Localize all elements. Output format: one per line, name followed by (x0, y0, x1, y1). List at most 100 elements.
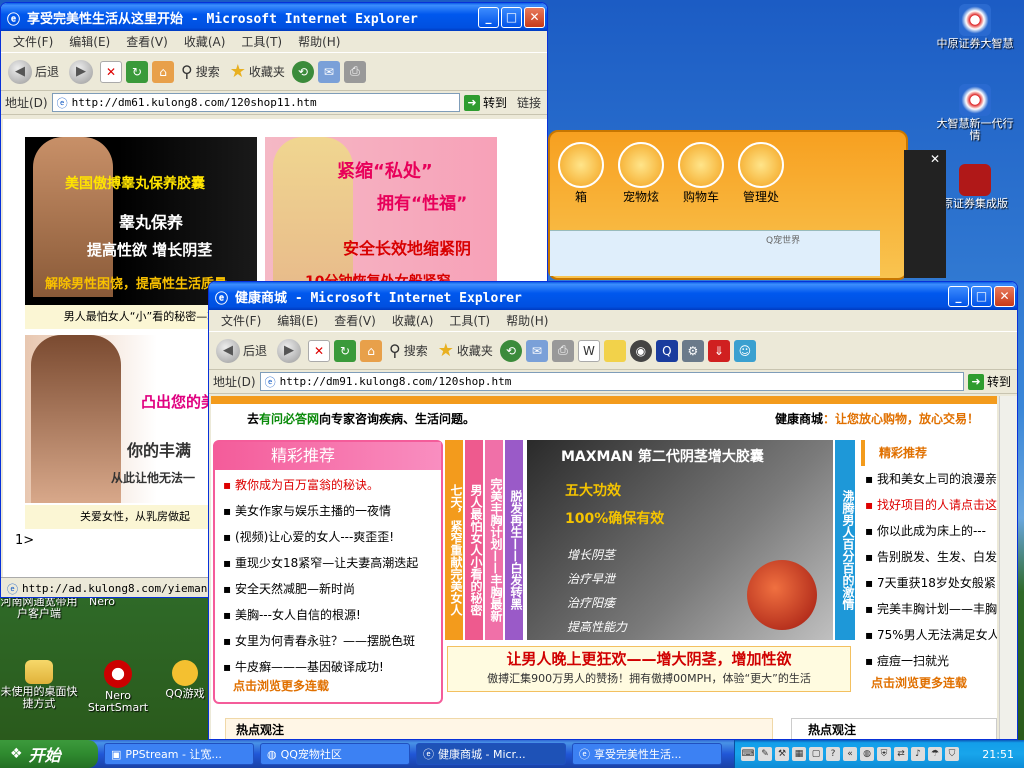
discuss-icon[interactable] (603, 339, 626, 362)
task-ppstream[interactable]: ▣ PPStream - 让宽... (104, 743, 254, 765)
desktop-icon-dazhihui-new[interactable]: 大智慧新一代行情 (932, 84, 1018, 142)
menu-edit[interactable]: 编辑(E) (269, 312, 326, 329)
title-bar[interactable]: ⓔ 享受完美性生活从这里开始 - Microsoft Internet Expl… (1, 3, 547, 31)
print-icon[interactable]: ⎙ (343, 60, 366, 83)
desktop-icon-cnc[interactable]: 河南网通宽带用户客户端 (0, 596, 78, 620)
umbrella-icon[interactable]: ☂ (928, 747, 942, 761)
menu-file[interactable]: 文件(F) (213, 312, 269, 329)
links-button[interactable]: 链接 (517, 94, 547, 111)
task-health-shop[interactable]: ⓔ 健康商城 - Micr... (416, 743, 566, 765)
keyboard-icon[interactable]: ⌨ (741, 747, 755, 761)
desktop-icon-unused-shortcuts[interactable]: 未使用的桌面快捷方式 (0, 660, 78, 710)
plugin-icon[interactable]: ◉ (629, 339, 652, 362)
list-item[interactable]: ▪ 完美丰胸计划——丰胸 (865, 596, 997, 622)
list-item[interactable]: ▪ 你以此成为床上的--- (865, 518, 997, 544)
pen-icon[interactable]: ✎ (758, 747, 772, 761)
qq-btn-pet[interactable]: 宠物炫 (618, 142, 664, 205)
list-item[interactable]: ▪ 找好项目的人请点击这 (865, 492, 997, 518)
close-button[interactable]: ✕ (994, 285, 1015, 307)
menu-favorites[interactable]: 收藏(A) (176, 33, 234, 50)
menu-view[interactable]: 查看(V) (326, 312, 384, 329)
tool-icon[interactable]: ⚒ (775, 747, 789, 761)
task-qq-pet[interactable]: ◍ QQ宠物社区 (260, 743, 410, 765)
chart-icon[interactable]: ▦ (792, 747, 806, 761)
list-item[interactable]: ▪ 安全天然减肥—新时尚 (223, 576, 441, 602)
desktop-icon-dazhihui[interactable]: 中原证券大智慧 (932, 4, 1018, 50)
desktop-icon-qq-game[interactable]: QQ游戏 (160, 660, 210, 700)
menu-tools[interactable]: 工具(T) (233, 33, 290, 50)
close-button[interactable]: ✕ (524, 6, 545, 28)
research-icon[interactable]: ⚙ (681, 339, 704, 362)
maximize-button[interactable]: □ (971, 285, 992, 307)
go-button[interactable]: ➜ 转到 (967, 373, 1017, 390)
favorites-button[interactable]: ★ 收藏夹 (227, 61, 288, 82)
refresh-icon[interactable]: ↻ (126, 60, 149, 83)
right-more-link[interactable]: 点击浏览更多连载 (861, 674, 997, 691)
back-button[interactable]: ◀ 后退 (213, 338, 270, 363)
mail-icon[interactable]: ✉ (525, 339, 548, 362)
download-icon[interactable]: ⇓ (707, 339, 730, 362)
window-icon[interactable]: ▢ (809, 747, 823, 761)
edit-word-icon[interactable]: W (577, 339, 600, 362)
start-button[interactable]: ❖ 开始 (0, 740, 98, 768)
address-input[interactable]: ⓔ http://dm61.kulong8.com/120shop11.htm (51, 93, 460, 112)
menu-help[interactable]: 帮助(H) (290, 33, 348, 50)
stop-icon[interactable]: ✕ (100, 60, 123, 83)
home-icon[interactable]: ⌂ (152, 60, 175, 83)
qq-btn-box[interactable]: 箱 (558, 142, 604, 205)
menu-edit[interactable]: 编辑(E) (61, 33, 118, 50)
menu-tools[interactable]: 工具(T) (441, 312, 498, 329)
maximize-button[interactable]: □ (501, 6, 522, 28)
vertical-scrollbar[interactable] (999, 396, 1017, 739)
history-icon[interactable]: ⟲ (291, 60, 314, 83)
maxman-banner[interactable]: MAXMAN 第二代阴茎增大胶囊 五大功效 100%确保有效 增长阴茎 治疗早泄… (527, 440, 833, 640)
vcol-2[interactable]: 男人最怕女人小看的秘密 (465, 440, 483, 640)
qq-btn-manage[interactable]: 管理处 (738, 142, 784, 205)
print-icon[interactable]: ⎙ (551, 339, 574, 362)
task-ie-back[interactable]: ⓔ 享受完美性生活... (572, 743, 722, 765)
list-item[interactable]: ▪ 痘痘一扫就光 (865, 648, 997, 674)
list-item[interactable]: ▪ 女里为何青春永驻？——摆脱色斑 (223, 628, 441, 654)
qq-close-panel[interactable]: ✕ (904, 150, 946, 278)
go-button[interactable]: ➜ 转到 (463, 94, 513, 111)
back-button[interactable]: ◀ 后退 (5, 59, 62, 84)
volume-icon[interactable]: ♪ (911, 747, 925, 761)
menu-help[interactable]: 帮助(H) (498, 312, 556, 329)
list-item[interactable]: ▪ 重现少女18紧窄—让夫妻高潮迭起 (223, 550, 441, 576)
list-item[interactable]: ▪ 美女作家与娱乐主播的一夜情 (223, 498, 441, 524)
forward-button[interactable]: ▶ (274, 338, 304, 363)
security-icon[interactable]: ⛉ (945, 747, 959, 761)
mail-icon[interactable]: ✉ (317, 60, 340, 83)
home-icon[interactable]: ⌂ (360, 339, 383, 362)
ad-female-tighten[interactable]: 紧缩“私处” 拥有“性福” 安全长效地缩紧阴 10分钟恢复处女般紧窄 (265, 137, 497, 305)
search-button[interactable]: ⚲ 搜索 (178, 62, 223, 81)
qq-tray-icon[interactable]: ◍ (860, 747, 874, 761)
desktop-icon-nero-startsmart[interactable]: Nero StartSmart (80, 660, 156, 714)
qq-btn-cart[interactable]: 购物车 (678, 142, 724, 205)
list-item[interactable]: ▪ (视频)让心爱的女人---爽歪歪! (223, 524, 441, 550)
list-item[interactable]: ▪ 我和美女上司的浪漫亲 (865, 466, 997, 492)
ie-window-front[interactable]: ⓔ 健康商城 - Microsoft Internet Explorer _ □… (208, 281, 1018, 740)
list-item[interactable]: ▪ 7天重获18岁处女般紧 (865, 570, 997, 596)
list-item[interactable]: ▪ 75%男人无法满足女人的 (865, 622, 997, 648)
stop-icon[interactable]: ✕ (308, 339, 331, 362)
list-item[interactable]: ▪ 美胸---女人自信的根源! (223, 602, 441, 628)
vcol-3[interactable]: 完美丰胸计划——丰胸最新 (485, 440, 503, 640)
menu-file[interactable]: 文件(F) (5, 33, 61, 50)
minimize-button[interactable]: _ (948, 285, 969, 307)
vcol-4[interactable]: 脱发再生——白发转黑 (505, 440, 523, 640)
close-icon[interactable]: ✕ (924, 150, 946, 168)
menu-view[interactable]: 查看(V) (118, 33, 176, 50)
address-input[interactable]: ⓔ http://dm91.kulong8.com/120shop.htm (259, 372, 964, 391)
plugin-q-icon[interactable]: Q (655, 339, 678, 362)
minimize-button[interactable]: _ (478, 6, 499, 28)
history-icon[interactable]: ⟲ (499, 339, 522, 362)
qq-pet-window[interactable]: 箱 宠物炫 购物车 管理处 Q宠世界 (548, 130, 908, 280)
notice-link[interactable]: 有问必答网 (259, 410, 319, 427)
list-item[interactable]: ▪ 告别脱发、生发、白发 (865, 544, 997, 570)
network-icon[interactable]: ⇄ (894, 747, 908, 761)
vcol-1[interactable]: 七天，紧窄重献完美女人 (445, 440, 463, 640)
help-icon[interactable]: ? (826, 747, 840, 761)
antivirus-icon[interactable]: ⛨ (877, 747, 891, 761)
favorites-button[interactable]: ★ 收藏夹 (435, 340, 496, 361)
